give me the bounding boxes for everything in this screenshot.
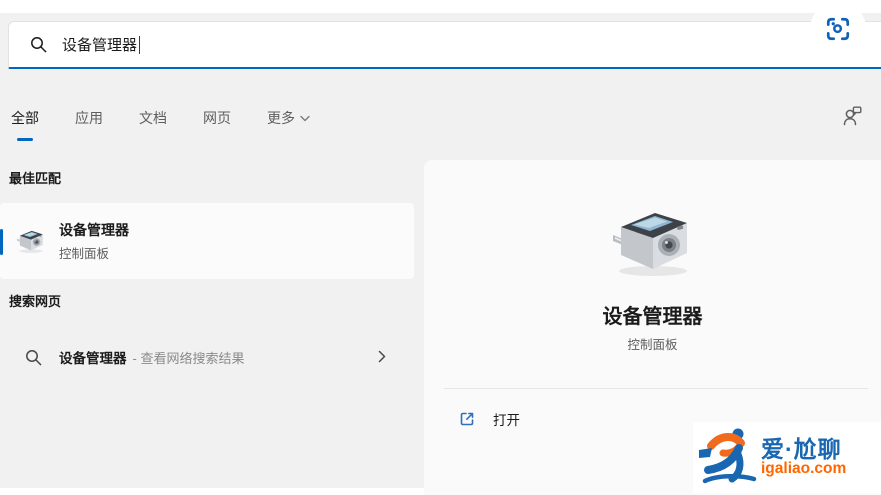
open-action-button[interactable]: 打开 bbox=[444, 400, 534, 438]
selection-accent-bar bbox=[0, 229, 3, 255]
search-icon bbox=[25, 349, 42, 366]
watermark-name: 爱·尬聊 bbox=[761, 436, 842, 463]
divider bbox=[444, 388, 868, 389]
search-filter-tabs: 全部 应用 文档 网页 更多 bbox=[10, 106, 311, 138]
tab-web[interactable]: 网页 bbox=[202, 106, 232, 138]
text-caret bbox=[139, 35, 141, 54]
tab-documents[interactable]: 文档 bbox=[138, 106, 168, 138]
open-label: 打开 bbox=[493, 413, 520, 428]
tab-all[interactable]: 全部 bbox=[10, 106, 40, 138]
device-manager-icon-large bbox=[607, 202, 699, 282]
result-subtitle: 控制面板 bbox=[59, 247, 110, 261]
account-feedback-button[interactable] bbox=[838, 102, 866, 130]
suggestion-query: 设备管理器 bbox=[59, 351, 127, 366]
best-match-header: 最佳匹配 bbox=[9, 171, 62, 186]
result-device-manager[interactable]: 设备管理器 控制面板 bbox=[0, 203, 414, 279]
search-icon bbox=[30, 36, 47, 53]
tab-more[interactable]: 更多 bbox=[266, 106, 311, 138]
person-chat-icon bbox=[841, 104, 863, 128]
suggestion-hint: - 查看网络搜索结果 bbox=[132, 350, 245, 366]
search-query-text: 设备管理器 bbox=[62, 37, 138, 54]
device-manager-icon bbox=[15, 225, 47, 257]
result-title: 设备管理器 bbox=[59, 222, 129, 238]
visual-search-button[interactable] bbox=[810, 1, 866, 57]
preview-subtitle: 控制面板 bbox=[627, 338, 678, 352]
search-input[interactable]: 设备管理器 bbox=[8, 21, 881, 69]
chevron-right-icon bbox=[378, 350, 386, 363]
running-person-logo-icon bbox=[697, 424, 759, 491]
web-search-header: 搜索网页 bbox=[9, 294, 62, 309]
open-external-icon bbox=[458, 410, 476, 428]
watermark-site: igaliao.com bbox=[761, 460, 847, 478]
web-suggestion-row[interactable]: 设备管理器 - 查看网络搜索结果 bbox=[0, 336, 414, 378]
preview-title: 设备管理器 bbox=[602, 306, 703, 328]
chevron-down-icon bbox=[300, 115, 310, 122]
site-watermark: 爱·尬聊 igaliao.com bbox=[693, 422, 881, 493]
page-top-margin bbox=[0, 0, 881, 13]
screenshot-search-icon bbox=[825, 16, 851, 42]
tab-apps[interactable]: 应用 bbox=[74, 106, 104, 138]
